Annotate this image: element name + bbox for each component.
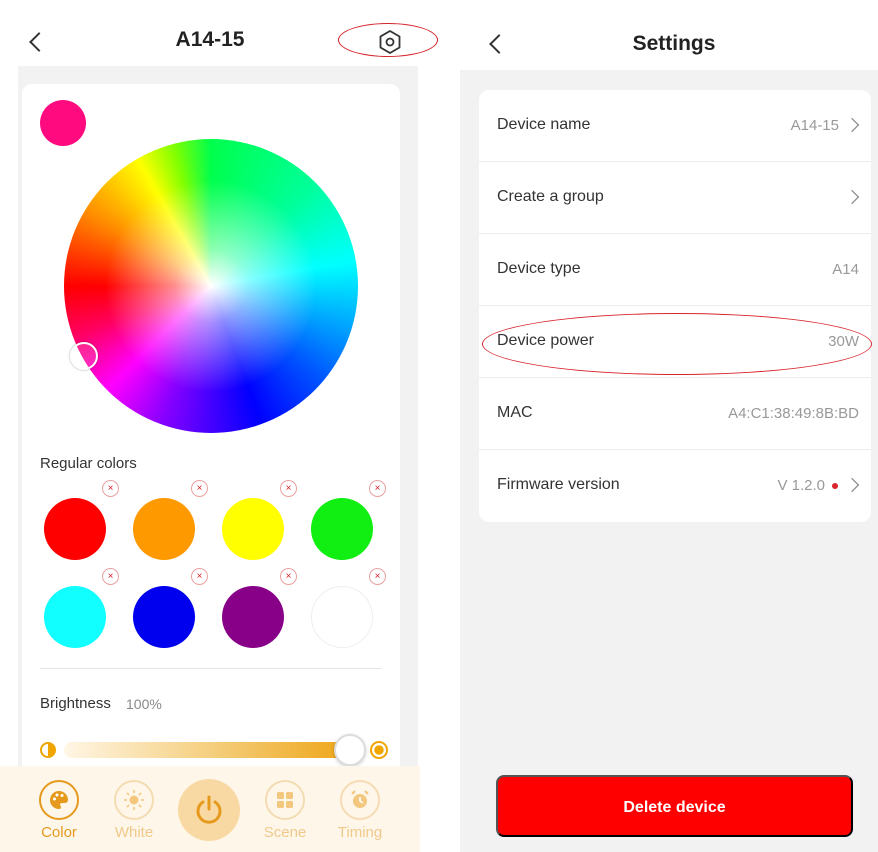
tab-label: Timing bbox=[337, 824, 383, 841]
regular-color-item: × bbox=[311, 568, 386, 648]
brightness-label: Brightness bbox=[40, 695, 111, 712]
settings-list: Device name A14-15 Create a group Device ty… bbox=[479, 90, 871, 522]
remove-color-icon[interactable]: × bbox=[280, 568, 297, 585]
regular-color-swatch[interactable] bbox=[222, 586, 284, 648]
update-dot-icon bbox=[832, 483, 838, 489]
annotation-circle-settings bbox=[338, 23, 438, 57]
regular-colors-grid: × × × × × × × × bbox=[44, 480, 386, 660]
settings-row-label: Device type bbox=[497, 260, 581, 277]
color-wheel-handle[interactable] bbox=[70, 342, 98, 370]
tab-color[interactable]: Color bbox=[29, 766, 89, 852]
regular-color-swatch[interactable] bbox=[311, 586, 373, 648]
settings-row-firmware-version[interactable]: Firmware version V 1.2.0 bbox=[479, 450, 871, 522]
regular-color-item: × bbox=[311, 480, 386, 560]
chevron-right-icon bbox=[844, 477, 860, 493]
color-card: Regular colors × × × × × × × × Brightness 100% bbox=[22, 84, 400, 784]
chevron-right-icon bbox=[844, 189, 860, 205]
full-brightness-icon bbox=[370, 741, 388, 759]
brightness-slider[interactable] bbox=[64, 742, 354, 758]
settings-screen: Settings Device name A14-15 Create a group… bbox=[460, 0, 878, 852]
palette-icon bbox=[39, 780, 79, 820]
settings-header: Settings bbox=[460, 0, 878, 70]
regular-color-swatch[interactable] bbox=[311, 498, 373, 560]
brightness-value: 100% bbox=[126, 696, 162, 712]
regular-color-item: × bbox=[222, 480, 297, 560]
sun-icon bbox=[114, 780, 154, 820]
scene-grid-icon bbox=[265, 780, 305, 820]
tab-label: Color bbox=[41, 824, 77, 841]
regular-color-swatch[interactable] bbox=[133, 498, 195, 560]
tab-scene[interactable]: Scene bbox=[255, 766, 315, 852]
chevron-right-icon bbox=[844, 117, 860, 133]
settings-row-mac: MAC A4:C1:38:49:8B:BD bbox=[479, 378, 871, 450]
settings-row-label: Create a group bbox=[497, 188, 604, 205]
regular-color-item: × bbox=[222, 568, 297, 648]
alarm-clock-icon bbox=[340, 780, 380, 820]
regular-color-item: × bbox=[133, 480, 208, 560]
regular-color-swatch[interactable] bbox=[133, 586, 195, 648]
power-icon bbox=[196, 795, 222, 824]
regular-color-swatch[interactable] bbox=[44, 586, 106, 648]
regular-color-item: × bbox=[44, 568, 119, 648]
color-wheel[interactable] bbox=[64, 139, 358, 433]
settings-row-create-a-group[interactable]: Create a group bbox=[479, 162, 871, 234]
brightness-slider-thumb[interactable] bbox=[334, 734, 366, 766]
remove-color-icon[interactable]: × bbox=[191, 568, 208, 585]
power-button[interactable] bbox=[178, 779, 240, 841]
remove-color-icon[interactable]: × bbox=[369, 568, 386, 585]
settings-row-label: Firmware version bbox=[497, 476, 620, 493]
remove-color-icon[interactable]: × bbox=[102, 480, 119, 497]
settings-row-value: A14 bbox=[832, 261, 859, 278]
regular-color-item: × bbox=[44, 480, 119, 560]
dim-brightness-icon bbox=[40, 742, 56, 758]
divider bbox=[40, 668, 382, 669]
annotation-circle-device-power bbox=[482, 313, 872, 375]
light-control-screen: A14-15 Regular colors × × × × × × × × Brightnes… bbox=[0, 0, 438, 852]
light-body: Regular colors × × × × × × × × Brightness 100% bbox=[18, 66, 418, 784]
settings-row-device-type: Device type A14 bbox=[479, 234, 871, 306]
regular-color-item: × bbox=[133, 568, 208, 648]
regular-colors-label: Regular colors bbox=[40, 455, 137, 472]
settings-row-value: V 1.2.0 bbox=[777, 477, 825, 494]
settings-row-value: A4:C1:38:49:8B:BD bbox=[728, 405, 859, 422]
remove-color-icon[interactable]: × bbox=[280, 480, 297, 497]
remove-color-icon[interactable]: × bbox=[369, 480, 386, 497]
light-header: A14-15 bbox=[0, 0, 438, 66]
settings-row-label: MAC bbox=[497, 404, 533, 421]
settings-row-label: Device name bbox=[497, 116, 591, 133]
settings-row-value: A14-15 bbox=[790, 117, 839, 134]
settings-row-device-name[interactable]: Device name A14-15 bbox=[479, 90, 871, 162]
regular-color-swatch[interactable] bbox=[44, 498, 106, 560]
remove-color-icon[interactable]: × bbox=[102, 568, 119, 585]
regular-color-swatch[interactable] bbox=[222, 498, 284, 560]
tab-white[interactable]: White bbox=[104, 766, 164, 852]
current-color-swatch bbox=[40, 100, 86, 146]
remove-color-icon[interactable]: × bbox=[191, 480, 208, 497]
tab-label: Scene bbox=[263, 824, 307, 841]
tab-label: White bbox=[114, 824, 154, 841]
settings-title: Settings bbox=[632, 32, 716, 55]
delete-device-button[interactable]: Delete device bbox=[496, 775, 853, 837]
tab-timing[interactable]: Timing bbox=[330, 766, 390, 852]
